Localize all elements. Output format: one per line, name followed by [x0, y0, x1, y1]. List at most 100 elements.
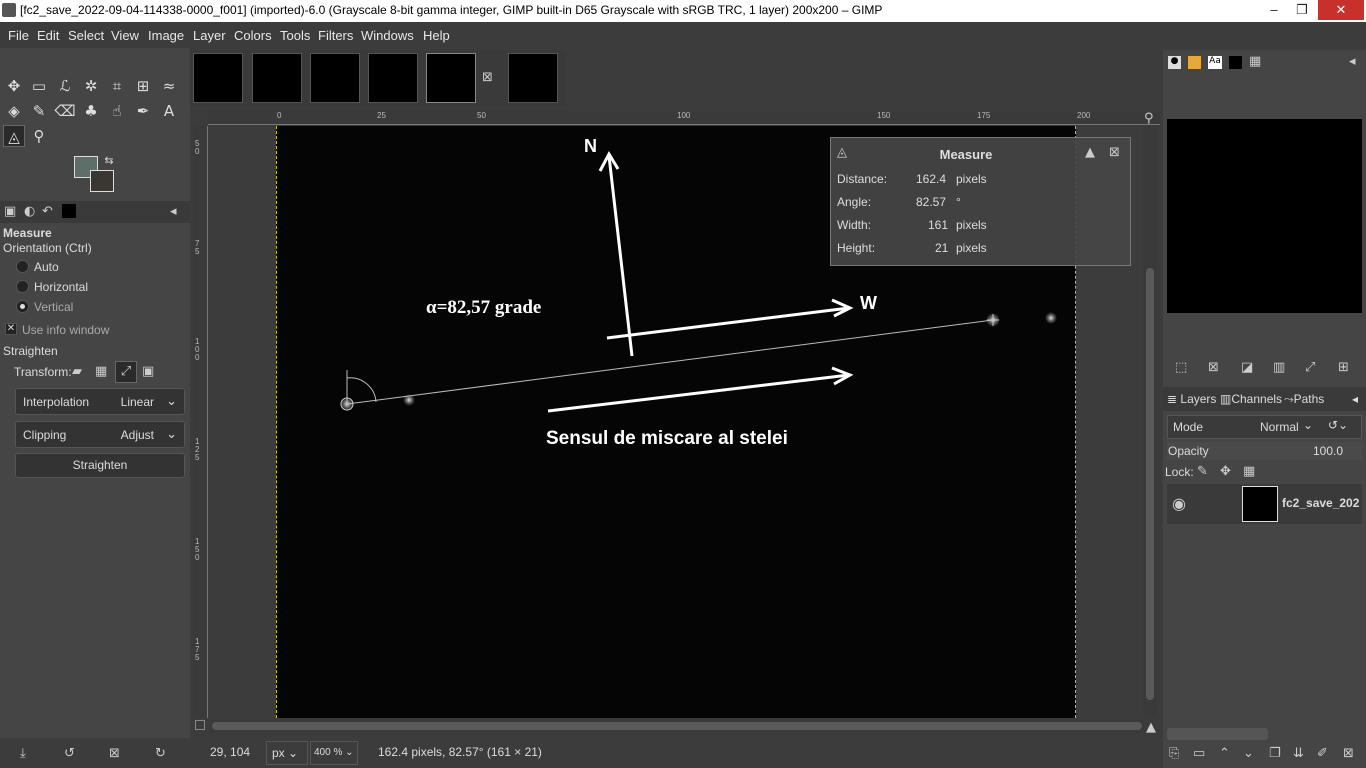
warp-transform-tool-icon[interactable]: ≈: [158, 75, 180, 97]
lock-pixels-icon[interactable]: ✎: [1197, 464, 1208, 479]
quick-mask-toggle[interactable]: [195, 720, 205, 730]
device-status-tab-icon[interactable]: ◐: [24, 204, 35, 219]
measure-tool-icon[interactable]: ◬: [3, 125, 25, 147]
navigate-icon[interactable]: ▲: [1146, 720, 1156, 735]
close-icon[interactable]: ⊠: [1109, 145, 1120, 160]
menu-select[interactable]: Select: [68, 28, 104, 43]
clone-tool-icon[interactable]: ♣: [80, 100, 102, 122]
navigation-tab-icon[interactable]: [1229, 56, 1242, 69]
lasso-tool-icon[interactable]: ℒ: [54, 75, 76, 97]
tab-layers[interactable]: ≣ Layers: [1167, 392, 1216, 406]
configure-layers-icon[interactable]: ◂: [1352, 392, 1358, 406]
smudge-tool-icon[interactable]: ☝: [106, 100, 128, 122]
menu-layer[interactable]: Layer: [193, 28, 226, 43]
new-layer-icon[interactable]: ⎘: [1169, 746, 1179, 761]
close-window-button[interactable]: ✕: [1318, 0, 1364, 20]
shrink-icon[interactable]: ⬚: [1175, 360, 1187, 375]
patterns-tab-icon[interactable]: [1188, 56, 1201, 69]
crop-tool-icon[interactable]: ⌗: [106, 75, 128, 97]
layer-row[interactable]: ◉ fc2_save_202: [1167, 484, 1362, 524]
image-thumb[interactable]: [252, 53, 302, 103]
undo-history-tab-icon[interactable]: ↶: [42, 204, 53, 219]
reset-icon[interactable]: ⊞: [1338, 360, 1349, 375]
rect-select-tool-icon[interactable]: ▭: [28, 75, 50, 97]
extra-tab-icon[interactable]: ▦: [1249, 54, 1261, 69]
transform-selection-icon[interactable]: ▦: [95, 364, 107, 379]
mask-layer-icon[interactable]: ✐: [1317, 746, 1328, 761]
navigation-preview[interactable]: [1167, 119, 1362, 313]
fit-icon[interactable]: ▥: [1273, 360, 1285, 375]
lock-position-icon[interactable]: ✥: [1220, 464, 1231, 479]
zoom-out-icon[interactable]: ⊠: [1208, 360, 1219, 375]
orientation-auto-radio[interactable]: [16, 260, 29, 273]
duplicate-layer-icon[interactable]: ❐: [1269, 746, 1281, 761]
menu-filters[interactable]: Filters: [318, 28, 353, 43]
configure-tab-icon[interactable]: ◂: [170, 204, 177, 219]
horizontal-scroll-thumb[interactable]: [212, 722, 1142, 730]
unified-transform-tool-icon[interactable]: ⊞: [132, 75, 154, 97]
raise-layer-icon[interactable]: ⌃: [1219, 746, 1230, 761]
text-tool-icon[interactable]: A: [158, 100, 180, 122]
restore-options-icon[interactable]: ↺: [64, 746, 75, 761]
straighten-button[interactable]: Straighten: [15, 453, 185, 478]
fonts-tab-icon[interactable]: Aa: [1208, 56, 1222, 69]
layers-scroll-thumb[interactable]: [1167, 728, 1268, 740]
merge-layer-icon[interactable]: ⇊: [1293, 746, 1304, 761]
tab-paths[interactable]: ⤳Paths: [1284, 392, 1324, 407]
brushes-tab-icon[interactable]: ●: [1168, 56, 1181, 69]
image-thumb-active[interactable]: [426, 53, 476, 103]
configure-dock-icon[interactable]: ◂: [1349, 54, 1356, 69]
new-group-icon[interactable]: ▭: [1193, 746, 1205, 761]
image-thumb[interactable]: [193, 53, 243, 103]
delete-layer-icon[interactable]: ⊠: [1343, 746, 1354, 761]
layer-mode-select[interactable]: Mode Normal ⌄ ↺⌄: [1167, 415, 1362, 439]
menu-colors[interactable]: Colors: [234, 28, 272, 43]
zoom-image-icon[interactable]: ⚲: [1144, 111, 1154, 126]
zoom-tool-icon[interactable]: ⚲: [28, 125, 50, 147]
menu-edit[interactable]: Edit: [37, 28, 59, 43]
zoom-select[interactable]: 400 % ⌄: [310, 741, 358, 765]
eye-visibility-icon[interactable]: ◉: [1172, 494, 1186, 513]
lock-alpha-icon[interactable]: ▦: [1243, 464, 1255, 479]
delete-options-icon[interactable]: ⊠: [109, 746, 120, 761]
tool-options-tab-icon[interactable]: ▣: [4, 204, 16, 219]
fill-icon[interactable]: ⤢: [1305, 360, 1315, 375]
image-thumb[interactable]: [508, 53, 558, 103]
image-thumb[interactable]: [310, 53, 360, 103]
orientation-horizontal-radio[interactable]: [16, 280, 29, 293]
paintbrush-tool-icon[interactable]: ✎: [28, 100, 50, 122]
menu-tools[interactable]: Tools: [280, 28, 310, 43]
transform-path-icon[interactable]: ⤢: [115, 361, 137, 383]
tab-channels[interactable]: ▥Channels: [1220, 392, 1282, 406]
lower-layer-icon[interactable]: ⌄: [1243, 746, 1254, 761]
interpolation-combo[interactable]: Interpolation Linear ⌄: [15, 388, 185, 415]
transform-image-icon[interactable]: ▣: [142, 364, 154, 379]
clipping-combo[interactable]: Clipping Adjust ⌄: [15, 421, 185, 448]
unit-select[interactable]: px ⌄: [266, 741, 308, 765]
opacity-slider[interactable]: Opacity 100.0: [1167, 442, 1362, 460]
menu-file[interactable]: File: [8, 28, 29, 43]
menu-view[interactable]: View: [111, 28, 139, 43]
mode-switch-icon[interactable]: ↺⌄: [1328, 418, 1348, 432]
move-tool-icon[interactable]: ✥: [3, 75, 25, 97]
image-thumb[interactable]: [368, 53, 418, 103]
use-info-window-checkbox[interactable]: ✕: [5, 323, 17, 335]
eraser-tool-icon[interactable]: ⌫: [54, 100, 76, 122]
minimize-button[interactable]: –: [1260, 0, 1288, 20]
background-color-swatch[interactable]: [90, 170, 114, 192]
collapse-icon[interactable]: ▲: [1085, 145, 1095, 160]
save-options-icon[interactable]: ⤓: [20, 746, 26, 761]
images-tab-icon[interactable]: [62, 204, 76, 218]
menu-windows[interactable]: Windows: [361, 28, 414, 43]
transform-layer-icon[interactable]: ▰: [72, 364, 82, 379]
zoom-in-icon[interactable]: ◪: [1241, 360, 1253, 375]
paths-tool-icon[interactable]: ✒: [132, 100, 154, 122]
vertical-scroll-thumb[interactable]: [1146, 268, 1154, 700]
swap-colors-icon[interactable]: ⇆: [98, 150, 120, 172]
orientation-vertical-radio[interactable]: [16, 300, 29, 313]
bucket-fill-tool-icon[interactable]: ◈: [3, 100, 25, 122]
fuzzy-select-tool-icon[interactable]: ✲: [80, 75, 102, 97]
menu-help[interactable]: Help: [423, 28, 450, 43]
reset-options-icon[interactable]: ↻: [155, 746, 166, 761]
menu-image[interactable]: Image: [148, 28, 184, 43]
